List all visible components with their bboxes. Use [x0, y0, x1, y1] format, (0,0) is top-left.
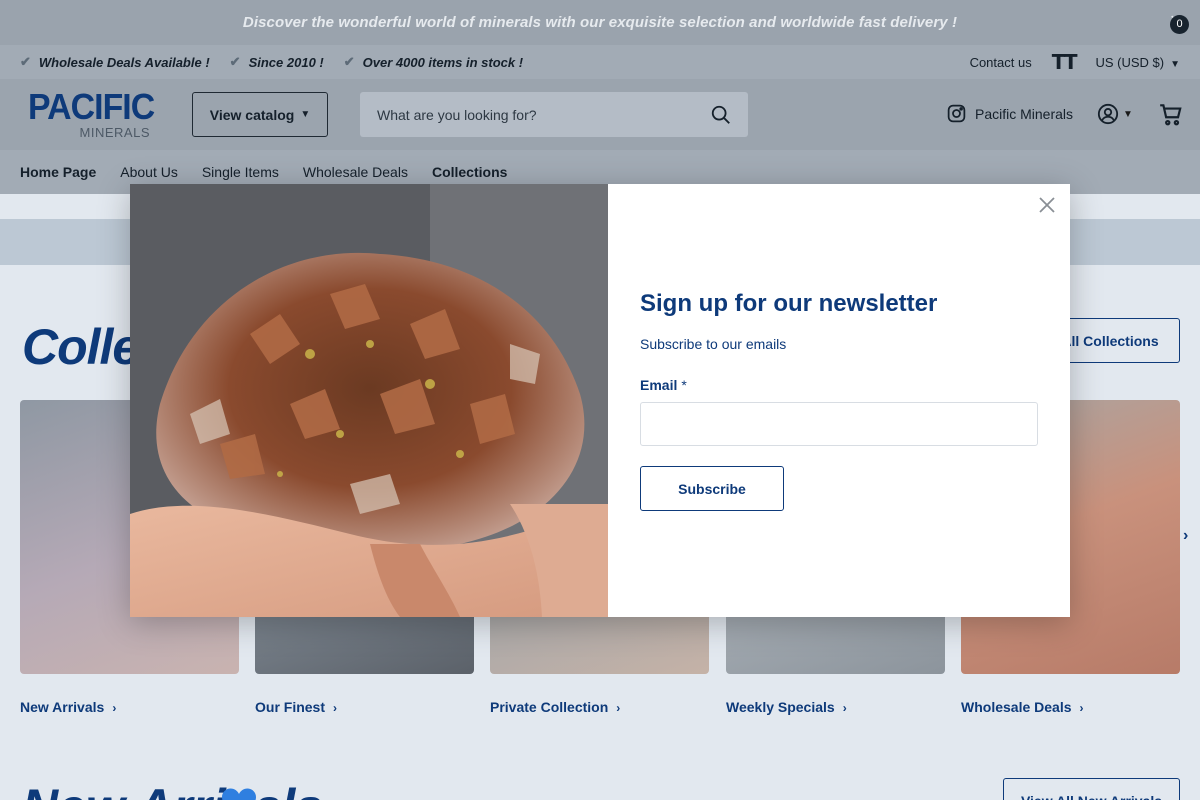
check-icon: ✔ — [229, 54, 241, 69]
chevron-down-icon: ▼ — [1123, 108, 1133, 120]
announcement-bar: Discover the wonderful world of minerals… — [0, 0, 1200, 45]
chevron-down-icon: ▼ — [1170, 58, 1180, 70]
logo-sub-text: MINERALS — [79, 125, 150, 140]
required-mark: * — [681, 377, 687, 393]
check-icon: ✔ — [20, 54, 31, 69]
chevron-right-icon: › — [112, 701, 117, 715]
announcement-text: Discover the wonderful world of minerals… — [242, 14, 958, 31]
view-catalog-button[interactable]: View catalog ▼ — [192, 92, 328, 137]
cart-icon[interactable] — [1158, 101, 1184, 127]
email-label-text: Email — [640, 377, 678, 393]
carousel-next-icon[interactable]: › — [1183, 527, 1188, 545]
instagram-link[interactable]: Pacific Minerals — [946, 103, 1073, 124]
utility-links: Contact us TT US (USD $) ▼ — [970, 45, 1180, 79]
collection-card-link[interactable]: Weekly Specials › — [726, 699, 847, 715]
collection-card-label: New Arrivals — [20, 699, 105, 715]
search-bar — [360, 92, 748, 137]
cart-count-badge: 0 — [1170, 15, 1189, 34]
currency-value: US (USD $) — [1095, 54, 1165, 70]
newsletter-modal: Sign up for our newsletter Subscribe to … — [130, 184, 1070, 617]
instagram-icon — [947, 104, 966, 123]
collection-card-label: Our Finest — [255, 699, 326, 715]
chevron-down-icon: ▼ — [300, 109, 311, 120]
text-size-icon[interactable]: TT — [1052, 50, 1078, 74]
newsletter-subtitle: Subscribe to our emails — [640, 336, 787, 352]
collection-card-link[interactable]: Wholesale Deals › — [961, 699, 1084, 715]
collection-card-label: Weekly Specials — [726, 699, 835, 715]
usp-item: ✔ Over 4000 items in stock ! — [344, 54, 523, 70]
usp-label: Wholesale Deals Available ! — [38, 54, 210, 70]
subscribe-button[interactable]: Subscribe — [640, 466, 784, 511]
collection-card-link[interactable]: New Arrivals › — [20, 699, 116, 715]
usp-item: ✔ Wholesale Deals Available ! — [20, 54, 210, 70]
logo-main-text: PACIFIC — [28, 86, 155, 127]
nav-item-about[interactable]: About Us — [120, 164, 178, 180]
usp-bar: ✔ Wholesale Deals Available ! ✔ Since 20… — [0, 45, 1200, 79]
search-icon[interactable] — [710, 104, 732, 126]
email-field[interactable] — [640, 402, 1038, 446]
chevron-right-icon: › — [1079, 701, 1084, 715]
usp-label: Over 4000 items in stock ! — [362, 54, 524, 70]
email-label: Email * — [640, 377, 687, 393]
newsletter-form: Sign up for our newsletter Subscribe to … — [608, 184, 1070, 617]
account-menu[interactable]: ▼ — [1097, 103, 1133, 125]
nav-item-collections[interactable]: Collections — [432, 164, 507, 180]
collection-card-link[interactable]: Our Finest › — [255, 699, 337, 715]
instagram-label: Pacific Minerals — [975, 105, 1074, 122]
new-arrivals-title: New Arrivals — [22, 778, 323, 800]
nav-item-home[interactable]: Home Page — [20, 164, 96, 180]
search-input[interactable] — [377, 106, 697, 123]
usp-label: Since 2010 ! — [248, 54, 324, 70]
chevron-right-icon: › — [616, 701, 621, 715]
currency-selector[interactable]: US (USD $) ▼ — [1095, 55, 1180, 70]
logo[interactable]: PACIFIC MINERALS — [28, 86, 155, 141]
view-all-new-arrivals-button[interactable]: View All New Arrivals — [1003, 778, 1180, 800]
contact-link[interactable]: Contact us — [970, 55, 1032, 70]
blue-heart-icon — [222, 788, 256, 800]
close-icon[interactable] — [1038, 196, 1056, 214]
collection-card-link[interactable]: Private Collection › — [490, 699, 620, 715]
chevron-right-icon: › — [333, 701, 338, 715]
mineral-illustration — [130, 184, 608, 617]
view-catalog-label: View catalog — [209, 106, 295, 123]
newsletter-title: Sign up for our newsletter — [640, 290, 938, 317]
user-icon — [1097, 103, 1119, 125]
mineral-photo — [130, 184, 608, 617]
collection-card-label: Wholesale Deals — [961, 699, 1072, 715]
usp-item: ✔ Since 2010 ! — [230, 54, 324, 70]
chevron-right-icon: › — [842, 701, 847, 715]
nav-item-single-items[interactable]: Single Items — [202, 164, 279, 180]
nav-item-wholesale[interactable]: Wholesale Deals — [303, 164, 408, 180]
check-icon: ✔ — [343, 54, 355, 69]
site-header: PACIFIC MINERALS View catalog ▼ Pacific … — [0, 79, 1200, 150]
collection-card-label: Private Collection — [490, 699, 609, 715]
